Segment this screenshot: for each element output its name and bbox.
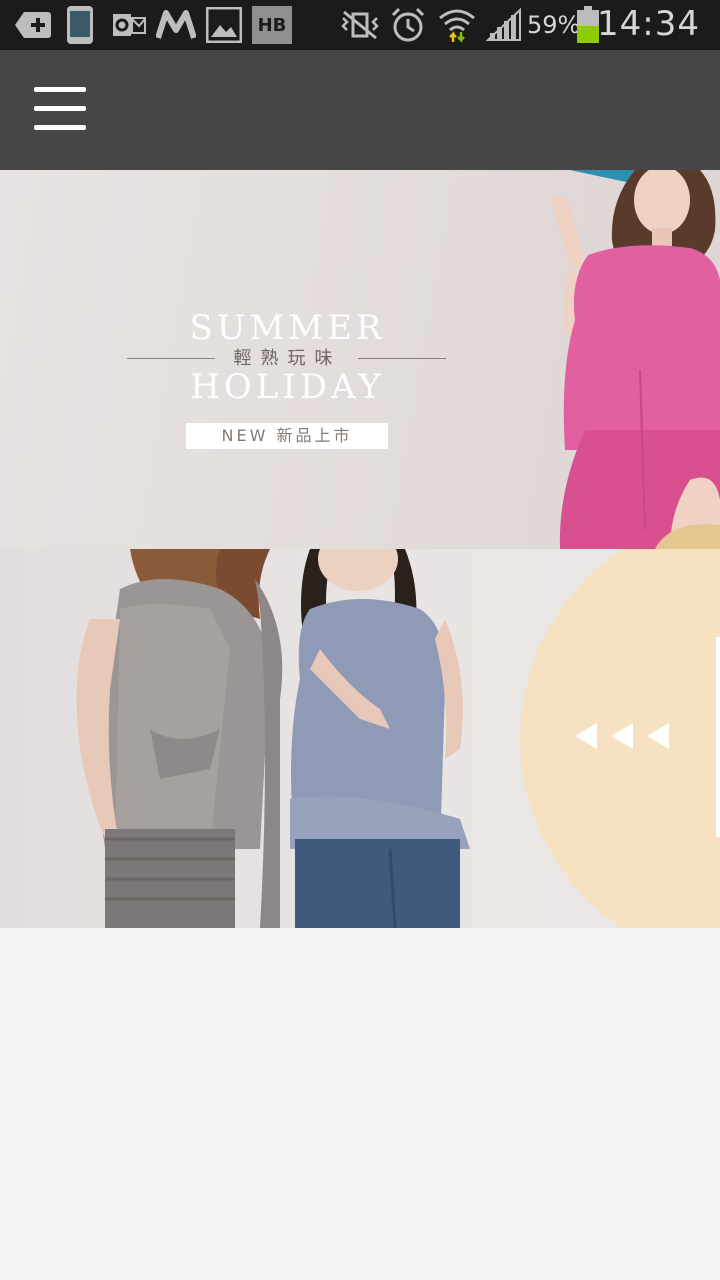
battery-percent: 59% <box>527 11 581 39</box>
summer-holiday-banner[interactable]: SUMMER 輕熟玩味 HOLIDAY NEW 新品上市 <box>0 170 720 549</box>
outlook-icon <box>112 7 146 43</box>
content-area <box>0 928 720 1280</box>
clock: 14:34 <box>597 4 700 44</box>
gallery-icon <box>206 7 242 43</box>
models-image <box>76 549 470 928</box>
add-icon <box>14 7 52 43</box>
hb-app-label: HB <box>257 14 287 36</box>
arrow-left-icon[interactable] <box>575 723 597 749</box>
wifi-icon <box>438 7 476 44</box>
hb-app-icon: HB <box>252 6 292 44</box>
arrow-left-icon[interactable] <box>611 723 633 749</box>
divider-right <box>358 358 446 359</box>
arrow-left-icon[interactable] <box>647 723 669 749</box>
carousel-edge-bar <box>716 637 720 837</box>
app-bar <box>0 50 720 170</box>
status-bar: HB 59% 14:34 <box>0 0 720 50</box>
model-pink-outfit-image <box>550 170 720 549</box>
phone-icon <box>66 6 94 44</box>
new-arrivals-tag[interactable]: NEW 新品上市 <box>186 423 388 449</box>
banner-headline-bottom: HOLIDAY <box>190 367 385 407</box>
signal-icon <box>486 7 522 43</box>
vibrate-off-icon <box>340 7 380 43</box>
banner-headline-top: SUMMER <box>189 308 386 348</box>
alarm-icon <box>390 7 426 43</box>
m-app-icon <box>156 7 196 43</box>
duo-models-banner[interactable] <box>0 549 720 928</box>
hamburger-menu-icon[interactable] <box>34 87 86 131</box>
